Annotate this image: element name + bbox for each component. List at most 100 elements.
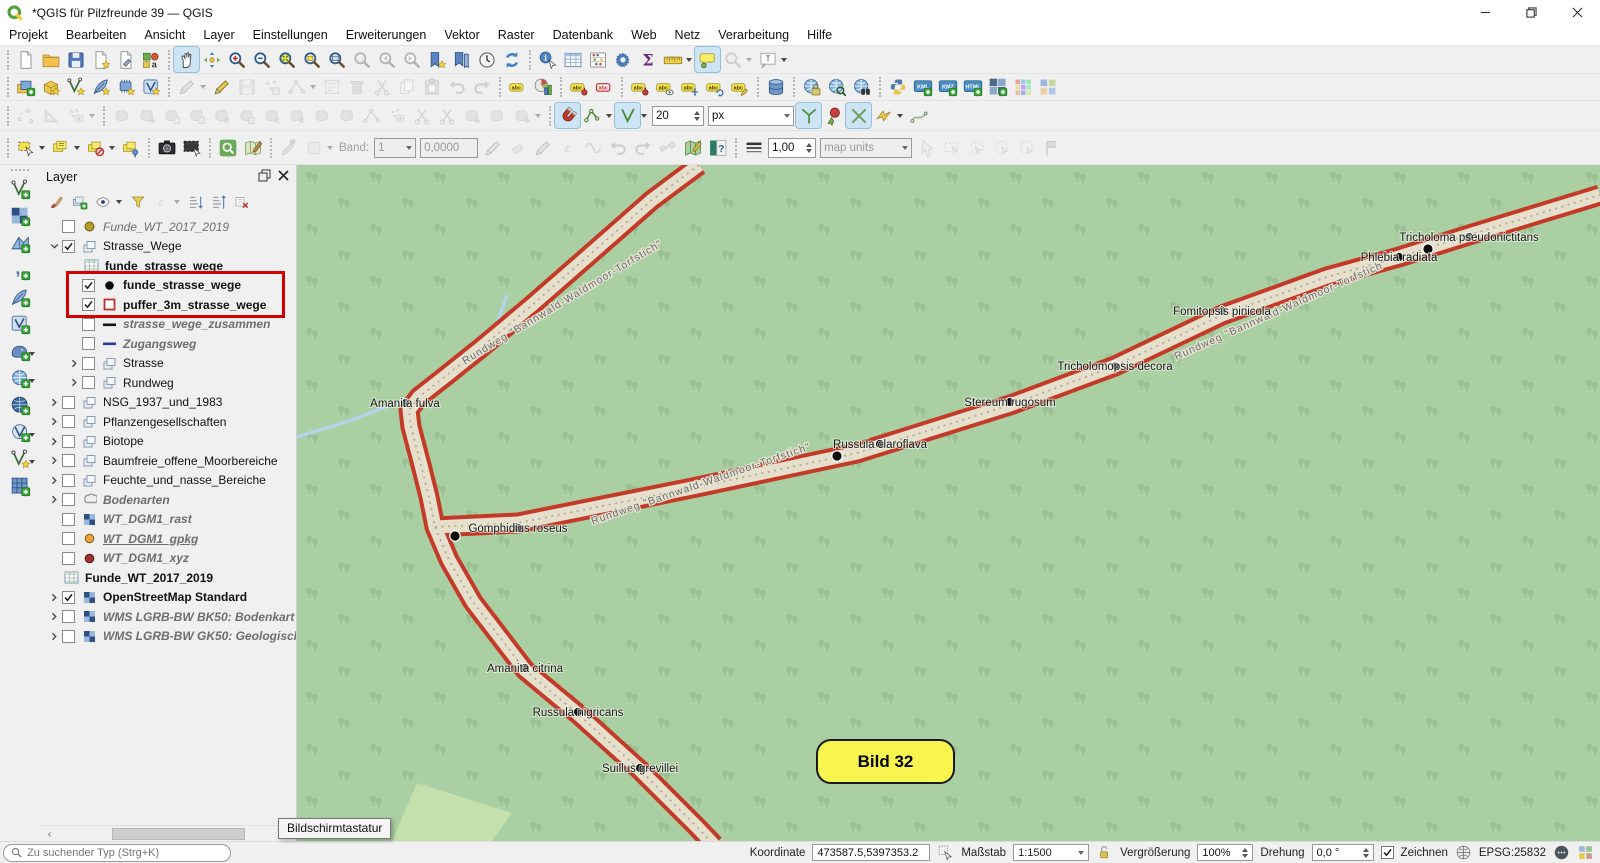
minimize-button[interactable] <box>1462 0 1508 25</box>
split-parts-button[interactable] <box>409 103 434 128</box>
close-button[interactable] <box>1554 0 1600 25</box>
layer-checkbox[interactable] <box>62 474 75 487</box>
layer-styling-button[interactable] <box>240 135 265 160</box>
menu-einstellungen[interactable]: Einstellungen <box>244 26 337 44</box>
snapping-type-dropdown-icon[interactable] <box>606 114 612 118</box>
new-bookmark-button[interactable] <box>424 47 449 72</box>
raster-pencil-button[interactable] <box>530 135 555 160</box>
map-tips-button[interactable] <box>695 47 720 72</box>
cad-floater-button[interactable] <box>63 103 88 128</box>
enable-snapping-button[interactable] <box>555 103 580 128</box>
pin-unpin-labels-button[interactable]: abc <box>566 75 591 100</box>
layer-checkbox[interactable] <box>62 591 75 604</box>
add-virtual-layer-button[interactable] <box>8 474 33 499</box>
snap-to-segment-button[interactable] <box>615 103 640 128</box>
flag-tool-button[interactable] <box>1039 135 1064 160</box>
python-console-button[interactable] <box>885 75 910 100</box>
select-features-by-value-dropdown-icon[interactable] <box>74 146 80 150</box>
menu-erweiterungen[interactable]: Erweiterungen <box>337 26 436 44</box>
deselect-features-dropdown-icon[interactable] <box>109 146 115 150</box>
layer-checkbox[interactable] <box>62 415 75 428</box>
processing-toolbox-button[interactable] <box>610 47 635 72</box>
raster-color-swatch-button[interactable] <box>301 135 326 160</box>
nominatim-search-button[interactable] <box>720 47 745 72</box>
expander-icon[interactable] <box>46 632 62 641</box>
new-shapefile-button[interactable] <box>63 75 88 100</box>
undo-button[interactable] <box>444 75 469 100</box>
layer-item-openstreetmap-standard[interactable]: OpenStreetMap Standard <box>40 588 296 608</box>
layer-checkbox[interactable] <box>62 454 75 467</box>
copy-features-button[interactable] <box>394 75 419 100</box>
layer-item-strasse-wege-zusammen[interactable]: strasse_wege_zusammen <box>40 315 296 335</box>
select-features-by-value-button[interactable] <box>48 135 73 160</box>
open-project-button[interactable] <box>38 47 63 72</box>
menu-ansicht[interactable]: Ansicht <box>135 26 194 44</box>
close-panel-icon[interactable] <box>277 169 290 185</box>
layer-checkbox[interactable] <box>82 376 95 389</box>
add-wms-layer-dropdown-icon[interactable] <box>29 379 35 383</box>
identify-features-button[interactable]: i <box>535 47 560 72</box>
self-snapping-button[interactable] <box>871 103 896 128</box>
trim-extend-button[interactable] <box>509 103 534 128</box>
add-spatialite-layer-button[interactable] <box>8 285 33 310</box>
snapping-on-intersection-button[interactable] <box>846 103 871 128</box>
vertex-tool-dropdown-icon[interactable] <box>310 85 316 89</box>
select-features-dropdown-icon[interactable] <box>39 146 45 150</box>
fill-ring-button[interactable] <box>259 103 284 128</box>
snap-tolerance[interactable]: 20 <box>652 106 704 126</box>
serval-redo-button[interactable] <box>630 135 655 160</box>
layer-item-wms-lgrb-bw-gk50-geologisch[interactable]: WMS LGRB-BW GK50: Geologisch <box>40 627 296 647</box>
layer-item-zugangsweg[interactable]: Zugangsweg <box>40 334 296 354</box>
measure-line-dropdown-icon[interactable] <box>686 58 692 62</box>
serval-help-button[interactable]: ? <box>705 135 730 160</box>
zoom-last-button[interactable] <box>374 47 399 72</box>
layer-item-wt-dgm1-xyz[interactable]: WT_DGM1_xyz <box>40 549 296 569</box>
rotation-field[interactable] <box>1312 844 1374 861</box>
pan-to-selection-button[interactable] <box>199 47 224 72</box>
save-layer-edits-button[interactable] <box>234 75 259 100</box>
extent-capture-icon[interactable] <box>937 844 954 861</box>
snapping-type-button[interactable] <box>580 103 605 128</box>
serval-interpolate-button[interactable] <box>580 135 605 160</box>
refresh-map-button[interactable] <box>499 47 524 72</box>
zoom-next-button[interactable] <box>399 47 424 72</box>
osm-search-button[interactable] <box>215 135 240 160</box>
rotate-label-button[interactable]: abc <box>702 75 727 100</box>
zoom-out-button[interactable] <box>249 47 274 72</box>
style-manager-button[interactable]: a <box>138 47 163 72</box>
layer-checkbox[interactable] <box>82 298 95 311</box>
paste-features-button[interactable] <box>419 75 444 100</box>
current-edits-button[interactable] <box>174 75 199 100</box>
crs-icon[interactable] <box>1455 844 1472 861</box>
construction-mode-button[interactable] <box>38 103 63 128</box>
merge-features-button[interactable] <box>434 103 459 128</box>
layer-item-feuchte-und-nasse-bereiche[interactable]: Feuchte_und_nasse_Bereiche <box>40 471 296 491</box>
expander-icon[interactable] <box>46 593 62 602</box>
magnifier-field[interactable] <box>1197 844 1253 861</box>
open-data-source-manager-button[interactable] <box>13 75 38 100</box>
serval-undo-button[interactable] <box>605 135 630 160</box>
pan-map-button[interactable] <box>174 47 199 72</box>
select-by-location-button[interactable] <box>118 135 143 160</box>
add-group-button[interactable] <box>69 192 90 213</box>
tile-grid-button[interactable] <box>1035 75 1060 100</box>
layer-item-puffer-3m-strasse-wege[interactable]: puffer_3m_strasse_wege <box>40 295 296 315</box>
search-input[interactable] <box>27 847 223 859</box>
layer-checkbox[interactable] <box>82 279 95 292</box>
layer-checkbox[interactable] <box>62 552 75 565</box>
new-project-button[interactable] <box>13 47 38 72</box>
serval-expression-button[interactable]: ε <box>555 135 580 160</box>
add-feature-button[interactable] <box>259 75 284 100</box>
export-kml-button[interactable]: KML <box>910 75 935 100</box>
coordinate-input[interactable] <box>817 847 925 859</box>
line-width[interactable]: 1,00 <box>768 138 816 158</box>
expander-icon[interactable] <box>46 437 62 446</box>
offset-curve-button[interactable] <box>334 103 359 128</box>
enable-advanced-digitizing-button[interactable] <box>13 103 38 128</box>
layer-checkbox[interactable] <box>62 532 75 545</box>
map-annotation-bild[interactable]: Bild 32 <box>816 739 955 784</box>
raster-editing-button[interactable] <box>680 135 705 160</box>
qtiles-button[interactable] <box>985 75 1010 100</box>
expander-icon[interactable] <box>66 359 82 368</box>
temporal-controller-button[interactable] <box>474 47 499 72</box>
